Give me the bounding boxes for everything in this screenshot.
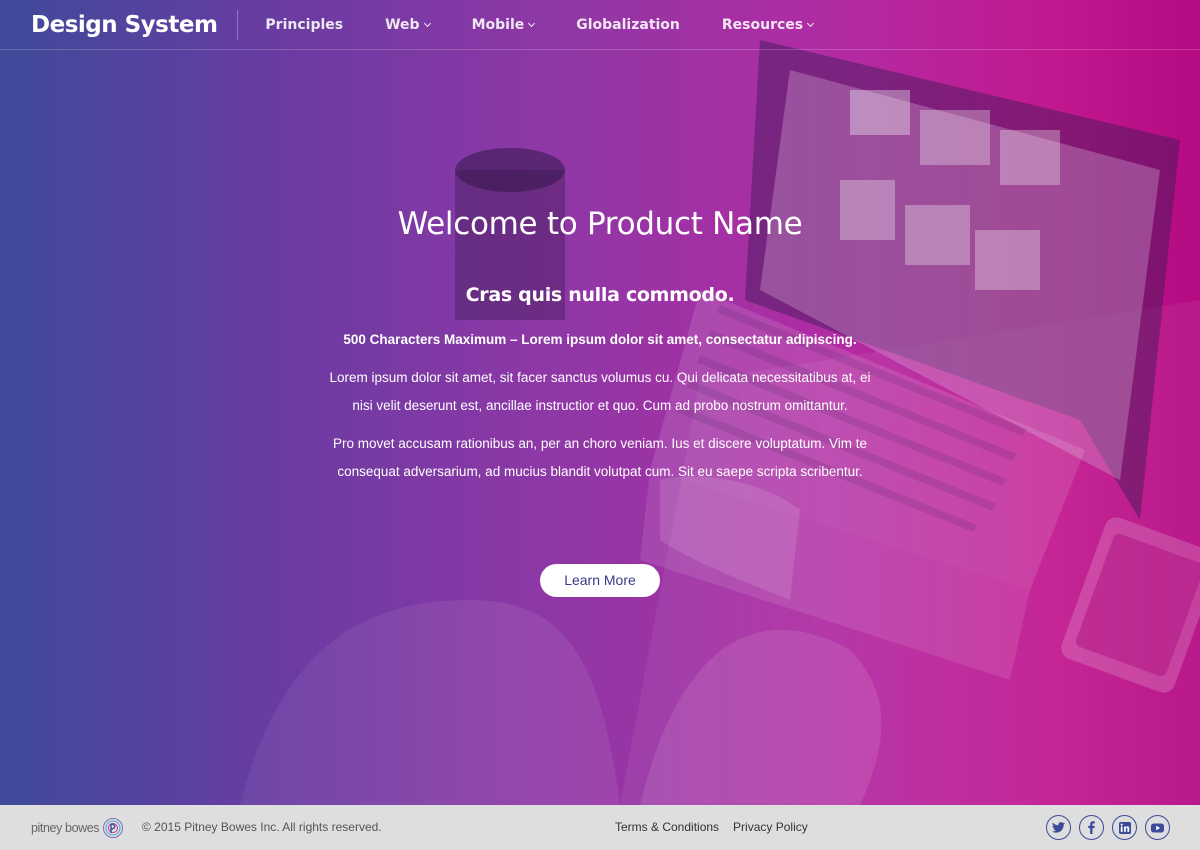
top-navigation: Design System Principles Web Mobile Glob… xyxy=(0,0,1200,50)
chevron-down-icon xyxy=(807,19,815,27)
social-links xyxy=(1046,815,1178,840)
hero-title: Welcome to Product Name xyxy=(397,206,803,242)
nav-item-label: Resources xyxy=(721,16,804,33)
nav-item-label: Web xyxy=(385,16,420,33)
hero-paragraph: Lorem ipsum dolor sit amet, sit facer sa… xyxy=(329,370,871,413)
pitney-bowes-logo-icon xyxy=(103,818,124,838)
hero-lead-text: 500 Characters Maximum – Lorem ipsum dol… xyxy=(343,332,857,347)
youtube-icon[interactable] xyxy=(1145,815,1170,840)
nav-item-globalization[interactable]: Globalization xyxy=(576,17,680,33)
nav-item-label: Globalization xyxy=(576,16,680,33)
linkedin-icon[interactable] xyxy=(1112,815,1137,840)
footer-links: Terms & Conditions Privacy Policy xyxy=(615,820,822,834)
facebook-icon[interactable] xyxy=(1079,815,1104,840)
nav-item-mobile[interactable]: Mobile xyxy=(471,16,536,33)
privacy-link[interactable]: Privacy Policy xyxy=(733,820,808,834)
copyright-text: © 2015 Pitney Bowes Inc. All rights rese… xyxy=(142,820,382,834)
hero-subtitle: Cras quis nulla commodo. xyxy=(465,284,735,306)
hero-paragraph: Pro movet accusam rationibus an, per an … xyxy=(332,436,867,479)
terms-link[interactable]: Terms & Conditions xyxy=(615,820,719,834)
footer: pitney bowes © 2015 Pitney Bowes Inc. Al… xyxy=(0,805,1200,850)
chevron-down-icon xyxy=(423,19,431,27)
nav-item-web[interactable]: Web xyxy=(385,16,431,33)
brand-title[interactable]: Design System xyxy=(0,9,239,40)
nav-menu: Principles Web Mobile Globalization Reso… xyxy=(244,17,834,33)
twitter-icon[interactable] xyxy=(1046,815,1071,840)
nav-item-label: Principles xyxy=(265,16,344,33)
nav-item-resources[interactable]: Resources xyxy=(721,16,815,33)
nav-item-label: Mobile xyxy=(471,16,525,33)
learn-more-button[interactable]: Learn More xyxy=(540,564,660,597)
pitney-bowes-logo[interactable]: pitney bowes xyxy=(31,817,124,839)
chevron-down-icon xyxy=(528,19,536,27)
logo-text: pitney bowes xyxy=(31,821,100,835)
nav-item-principles[interactable]: Principles xyxy=(265,17,343,33)
hero-section: Design System Principles Web Mobile Glob… xyxy=(0,0,1200,805)
